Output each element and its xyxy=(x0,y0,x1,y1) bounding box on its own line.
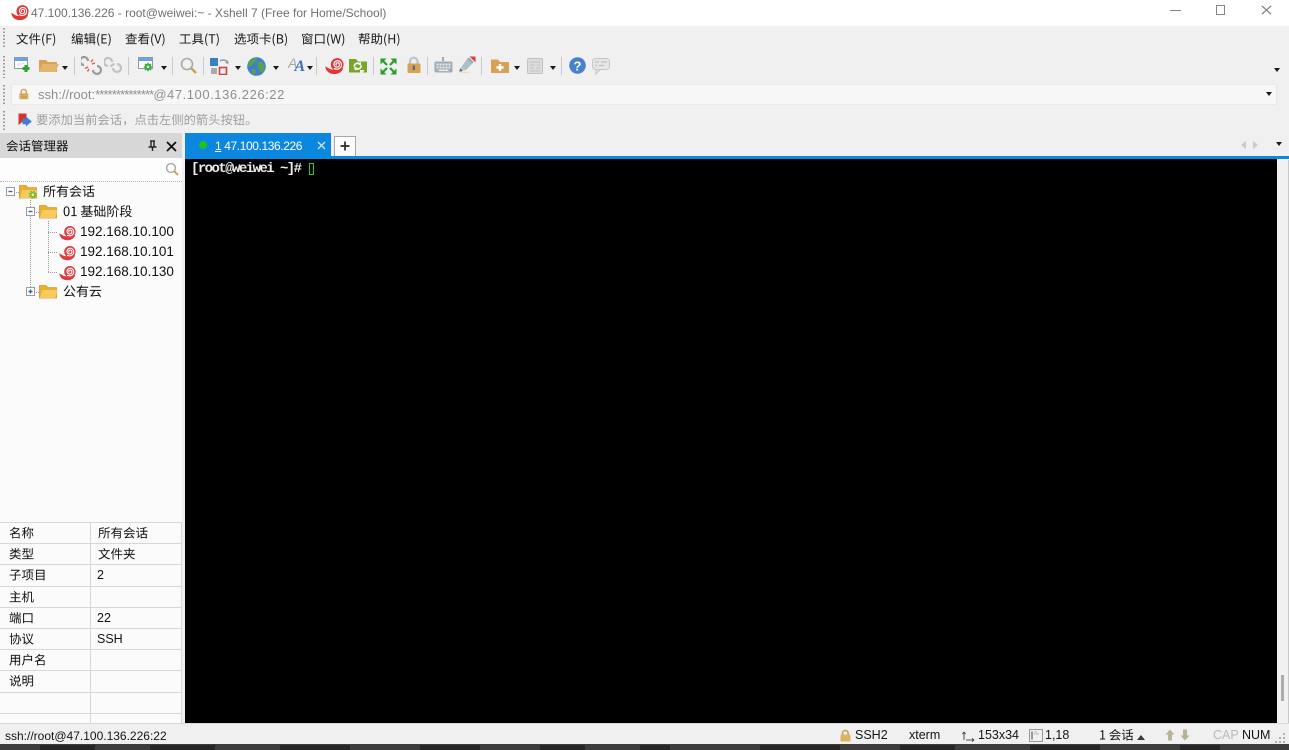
svg-text:?: ? xyxy=(574,59,582,74)
svg-text:A: A xyxy=(294,58,306,75)
